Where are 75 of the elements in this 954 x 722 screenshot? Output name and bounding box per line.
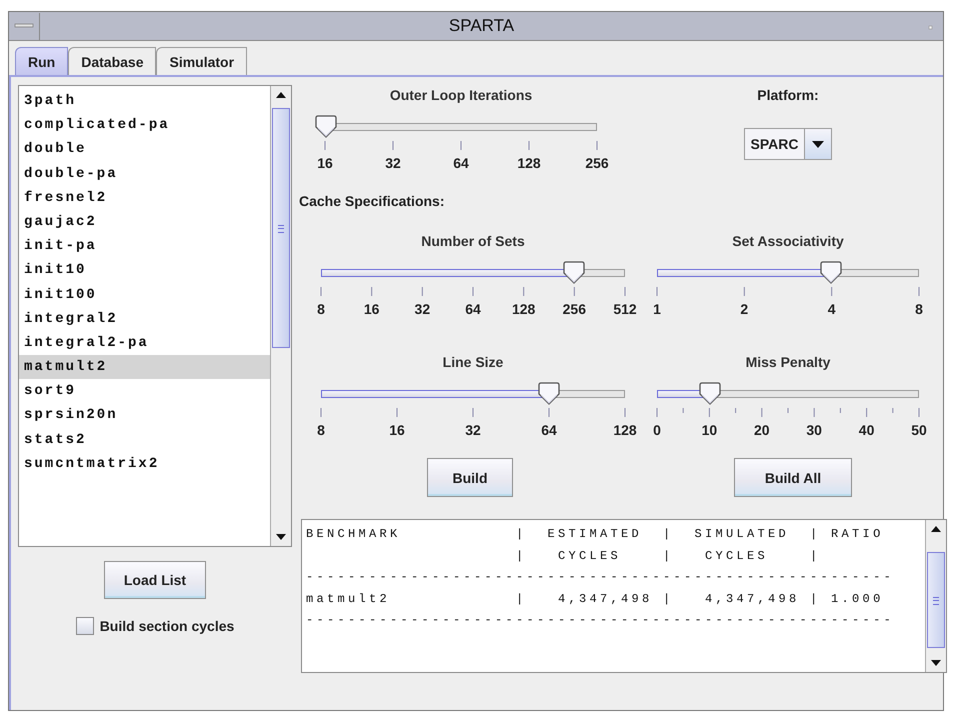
scrollbar-thumb[interactable] [927, 552, 945, 648]
slider-label: Line Size [442, 354, 504, 370]
build-button[interactable]: Build All [734, 458, 852, 497]
list-item[interactable]: complicated-pa [19, 113, 270, 138]
tick-label: 8 [317, 422, 325, 438]
tick-label: 2 [740, 301, 748, 317]
tick-label: 32 [465, 422, 481, 438]
list-item[interactable]: sumcntmatrix2 [19, 452, 270, 476]
results-line: | CYCLES | CYCLES | [515, 548, 821, 564]
scrollbar-thumb[interactable] [272, 108, 290, 348]
slider-thumb[interactable] [698, 382, 722, 406]
tick-label: 16 [364, 301, 380, 317]
slider-thumb[interactable] [314, 115, 338, 139]
list-item[interactable]: 3path [19, 89, 270, 114]
list-item[interactable]: double-pa [19, 162, 270, 186]
tick-label: 8 [317, 301, 325, 317]
tick-label: 40 [858, 422, 874, 438]
list-item[interactable]: integral2 [19, 306, 270, 331]
list-item[interactable]: init-pa [19, 234, 270, 258]
tick-label: 16 [389, 422, 405, 438]
tick-label: 16 [317, 155, 333, 171]
slider-label: Set Associativity [732, 233, 844, 249]
list-item[interactable]: fresnel2 [19, 186, 270, 210]
list-item[interactable]: init100 [19, 282, 270, 307]
tick-label: 10 [702, 422, 718, 438]
slider-label: Outer Loop Iterations [390, 87, 532, 103]
list-item[interactable]: sort9 [19, 379, 270, 404]
tab[interactable]: Run [15, 47, 68, 75]
list-item[interactable]: init10 [19, 258, 270, 282]
list-item[interactable]: sprsin20n [19, 403, 270, 428]
tick-label: 64 [541, 422, 557, 438]
results-line: matmult2 | 4,347,498 | 4,347,498 | 1.000 [306, 590, 884, 608]
tick-label: 20 [754, 422, 770, 438]
tab[interactable]: Simulator [156, 47, 248, 75]
tick-label: 256 [585, 155, 609, 171]
tick-label: 64 [453, 155, 469, 171]
platform-label: Platform: [757, 86, 819, 105]
checkbox[interactable] [76, 617, 94, 635]
results-line: -------------------------------------------------------- [306, 569, 894, 586]
window-title: SPARTA [448, 16, 514, 35]
build-button[interactable]: Build [427, 458, 513, 497]
tick-label: 1 [653, 301, 661, 317]
list-item[interactable]: stats2 [19, 428, 270, 452]
tick-label: 128 [613, 422, 637, 438]
results-line: -------------------------------------------------------- [306, 612, 894, 629]
tick-label: 8 [915, 301, 923, 317]
platform-dropdown[interactable]: SPARC [744, 128, 832, 160]
list-item[interactable]: gaujac2 [19, 210, 270, 234]
slider-thumb[interactable] [562, 261, 586, 285]
tick-label: 32 [385, 155, 401, 171]
tick-label: 256 [562, 301, 586, 317]
tick-label: 64 [465, 301, 481, 317]
tick-label: 4 [828, 301, 836, 317]
section-heading: Cache Specifications: [299, 193, 444, 209]
slider-thumb[interactable] [819, 261, 844, 285]
slider-label: Number of Sets [421, 233, 525, 249]
slider-thumb[interactable] [536, 382, 560, 406]
tick-label: 512 [613, 301, 637, 317]
list-item[interactable]: integral2-pa [19, 330, 270, 356]
scrollbar[interactable] [925, 520, 946, 672]
tick-label: 32 [414, 301, 430, 317]
list-item[interactable]: matmult2 [19, 355, 270, 380]
tab[interactable]: Database [68, 47, 156, 75]
tick-label: 128 [512, 301, 536, 317]
tick-label: 50 [911, 422, 927, 438]
window-menu-icon[interactable] [14, 23, 34, 29]
scrollbar[interactable] [270, 86, 291, 546]
slider-label: Miss Penalty [746, 354, 830, 370]
tick-label: 128 [517, 155, 541, 171]
tick-label: 30 [806, 422, 822, 438]
load-list-button[interactable]: Load List [104, 561, 206, 599]
checkbox-label: Build section cycles [100, 618, 234, 634]
list-item[interactable]: double [19, 137, 270, 162]
tick-label: 0 [653, 422, 661, 438]
results-line: BENCHMARK | ESTIMATED | SIMULATED | RATIO [306, 526, 884, 543]
